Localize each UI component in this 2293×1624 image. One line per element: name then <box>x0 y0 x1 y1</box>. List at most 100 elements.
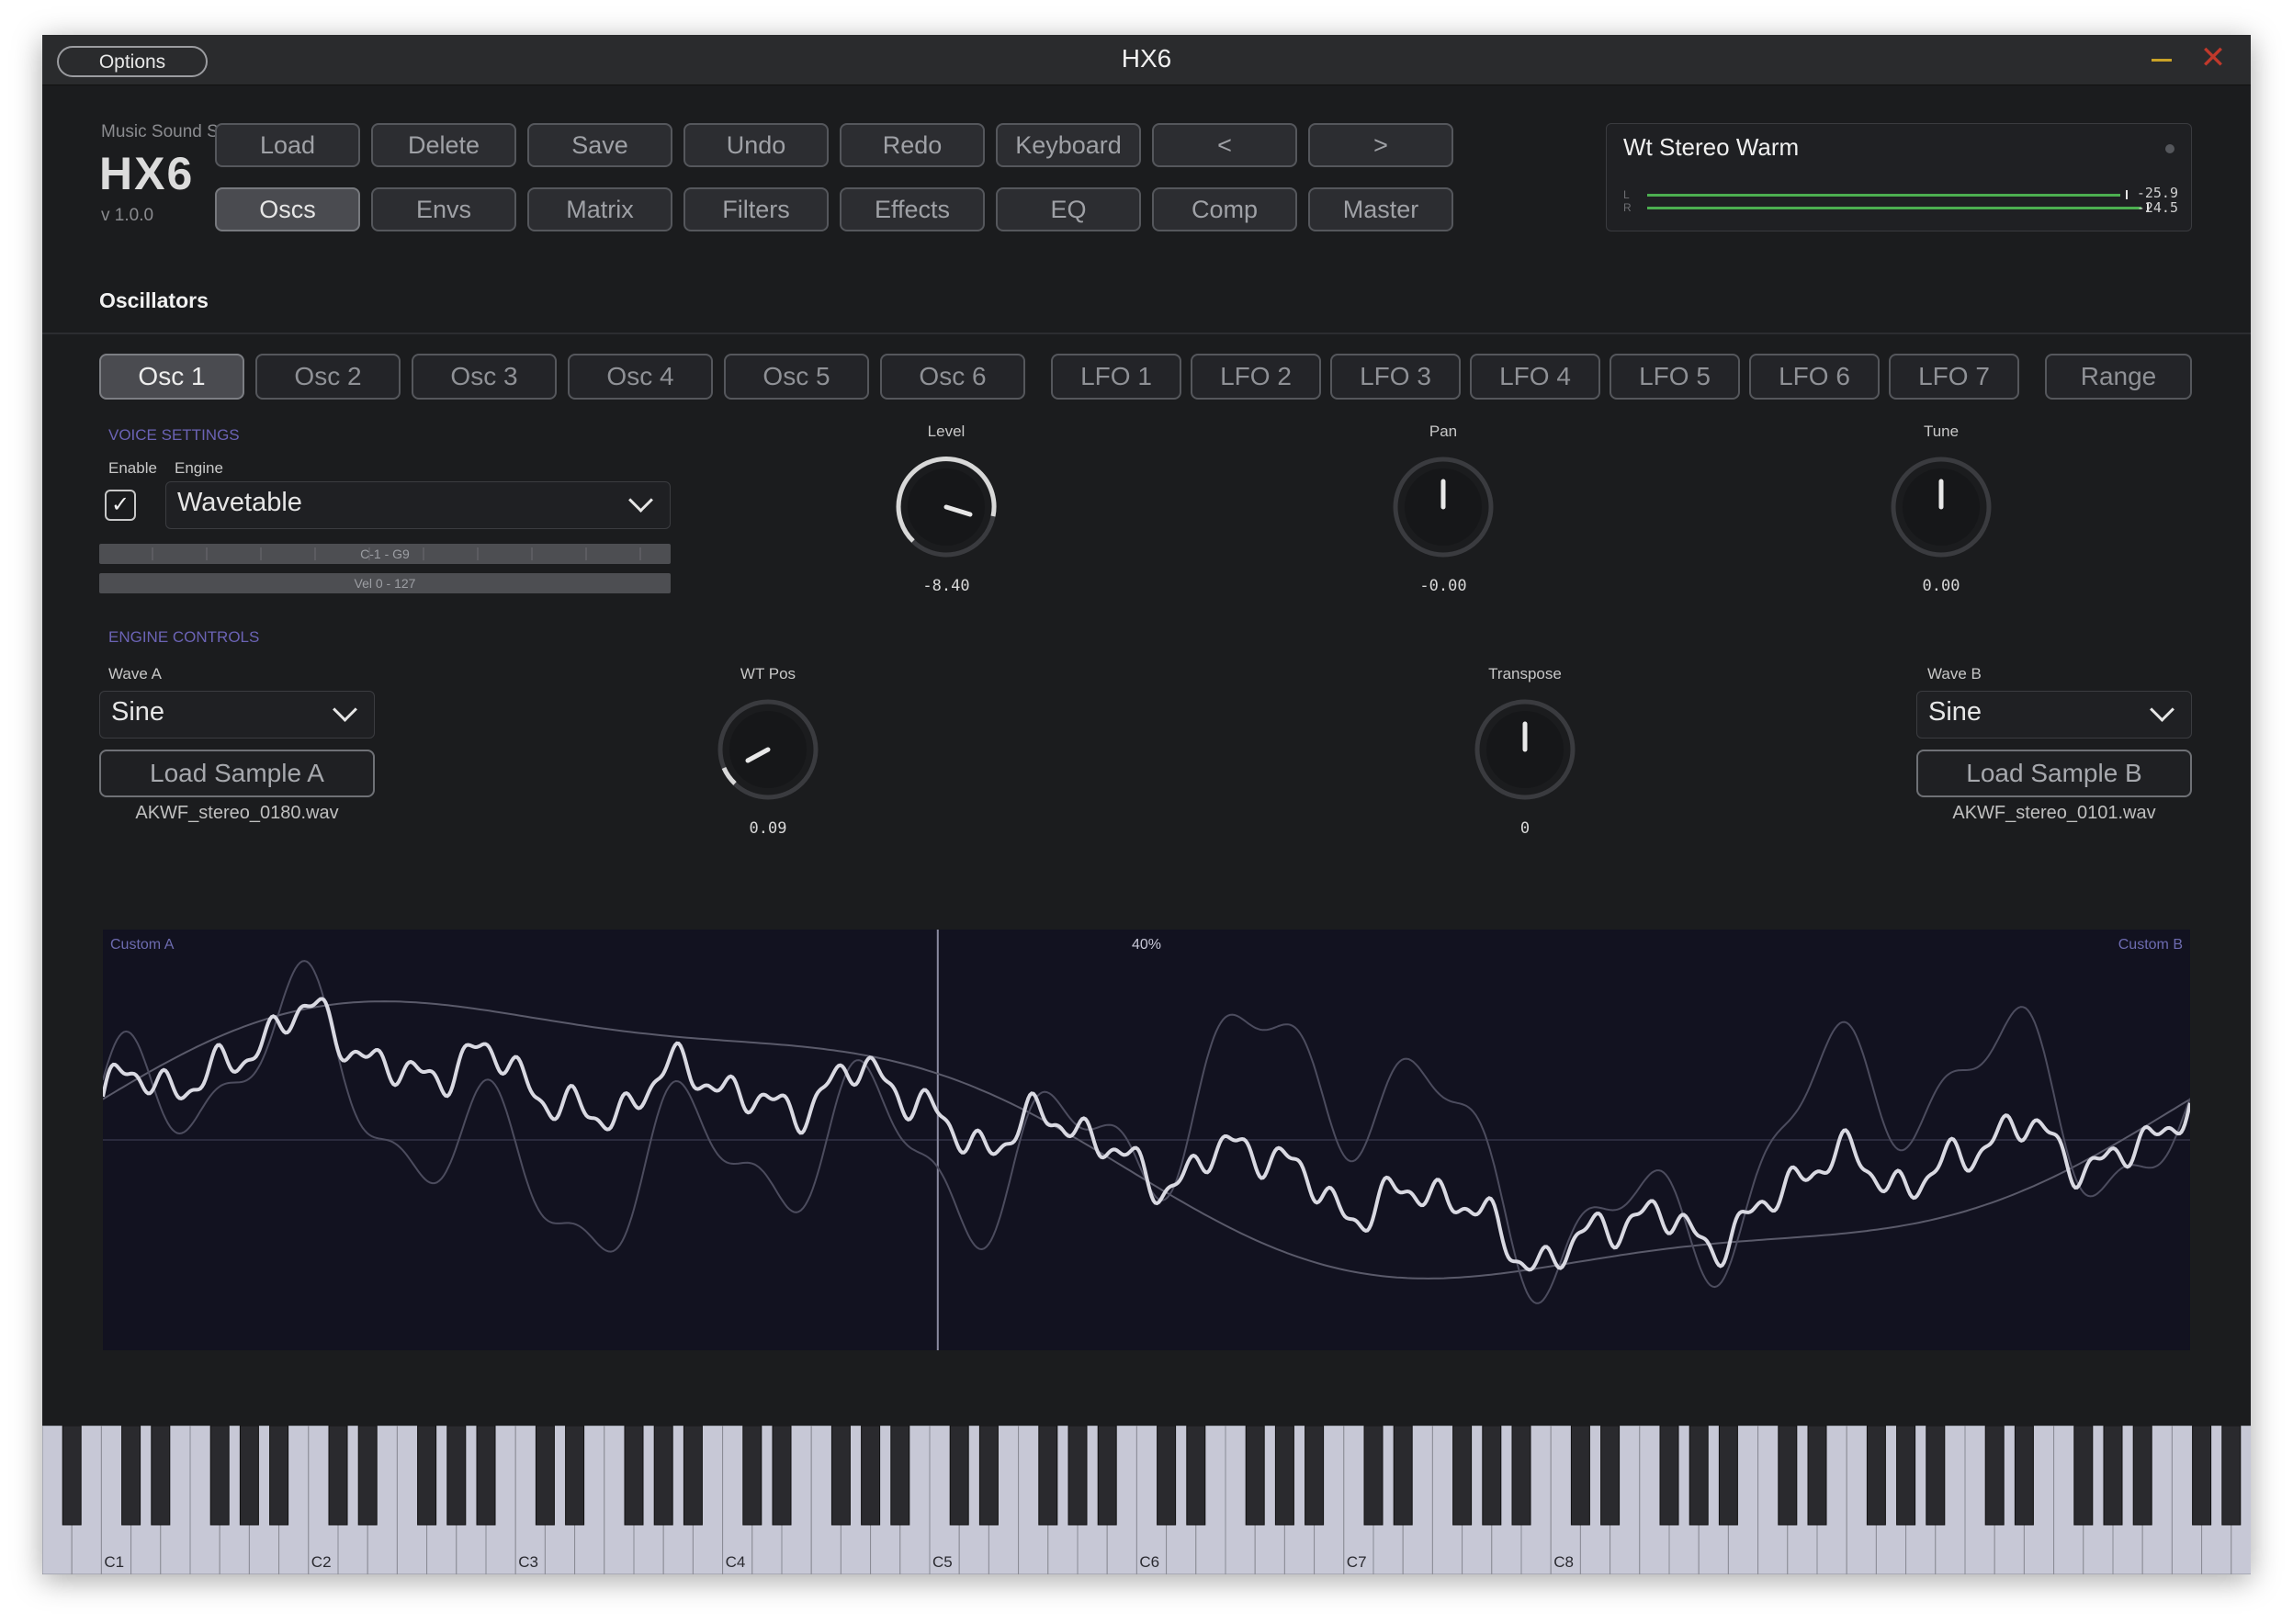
tab-envs[interactable]: Envs <box>371 187 516 231</box>
velocity-range-slider[interactable]: Vel 0 - 127 <box>99 573 671 593</box>
black-key[interactable] <box>1305 1426 1325 1526</box>
tab-filters[interactable]: Filters <box>683 187 829 231</box>
black-key[interactable] <box>417 1426 437 1526</box>
tab-osc-4[interactable]: Osc 4 <box>568 354 713 400</box>
black-key[interactable] <box>1038 1426 1058 1526</box>
black-key[interactable] <box>209 1426 230 1526</box>
black-key[interactable] <box>328 1426 348 1526</box>
load-sample-b-button[interactable]: Load Sample B <box>1916 750 2192 797</box>
black-key[interactable] <box>2103 1426 2123 1526</box>
piano-keys[interactable]: C1 C2 C3 C4 C5 C6 C7 C8 <box>42 1426 2251 1574</box>
load-sample-a-button[interactable]: Load Sample A <box>99 750 375 797</box>
black-key[interactable] <box>1393 1426 1413 1526</box>
wave-b-dropdown[interactable]: Sine <box>1916 691 2192 739</box>
black-key[interactable] <box>830 1426 851 1526</box>
wt-pos-knob[interactable] <box>711 693 825 806</box>
waveform-display[interactable]: Custom A Custom B 40% <box>103 930 2190 1350</box>
piano-keyboard[interactable]: C1 C2 C3 C4 C5 C6 C7 C8 <box>42 1426 2251 1574</box>
tab-osc-3[interactable]: Osc 3 <box>412 354 557 400</box>
black-key[interactable] <box>1482 1426 1502 1526</box>
black-key[interactable] <box>1097 1426 1117 1526</box>
black-key[interactable] <box>1984 1426 2005 1526</box>
enable-checkbox[interactable]: ✓ <box>105 490 136 521</box>
black-key[interactable] <box>1067 1426 1088 1526</box>
black-key[interactable] <box>269 1426 289 1526</box>
tab-master[interactable]: Master <box>1308 187 1453 231</box>
black-key[interactable] <box>1600 1426 1621 1526</box>
pan-knob[interactable] <box>1386 450 1500 564</box>
black-key[interactable] <box>653 1426 673 1526</box>
black-key[interactable] <box>1570 1426 1590 1526</box>
black-key[interactable] <box>1157 1426 1177 1526</box>
black-key[interactable] <box>2221 1426 2242 1526</box>
undo-button[interactable]: Undo <box>683 123 829 167</box>
black-key[interactable] <box>1245 1426 1265 1526</box>
black-key[interactable] <box>151 1426 171 1526</box>
tune-knob[interactable] <box>1884 450 1998 564</box>
black-key[interactable] <box>1186 1426 1206 1526</box>
minimize-icon[interactable] <box>2152 59 2172 62</box>
black-key[interactable] <box>978 1426 999 1526</box>
tab-lfo-4[interactable]: LFO 4 <box>1470 354 1600 400</box>
black-key[interactable] <box>772 1426 792 1526</box>
black-key[interactable] <box>239 1426 259 1526</box>
load-button[interactable]: Load <box>215 123 360 167</box>
black-key[interactable] <box>1807 1426 1827 1526</box>
black-key[interactable] <box>2073 1426 2094 1526</box>
black-key[interactable] <box>2192 1426 2212 1526</box>
close-icon[interactable]: ✕ <box>2199 42 2227 73</box>
tab-lfo-7[interactable]: LFO 7 <box>1889 354 2019 400</box>
tab-matrix[interactable]: Matrix <box>527 187 672 231</box>
black-key[interactable] <box>624 1426 644 1526</box>
tab-oscs[interactable]: Oscs <box>215 187 360 231</box>
tab-osc-6[interactable]: Osc 6 <box>880 354 1025 400</box>
black-key[interactable] <box>535 1426 555 1526</box>
black-key[interactable] <box>1274 1426 1294 1526</box>
tab-osc-5[interactable]: Osc 5 <box>724 354 869 400</box>
tab-range[interactable]: Range <box>2045 354 2192 400</box>
black-key[interactable] <box>446 1426 467 1526</box>
black-key[interactable] <box>1363 1426 1384 1526</box>
tab-effects[interactable]: Effects <box>840 187 985 231</box>
level-knob[interactable] <box>889 450 1003 564</box>
transpose-knob[interactable] <box>1468 693 1582 806</box>
black-key[interactable] <box>742 1426 762 1526</box>
tab-eq[interactable]: EQ <box>996 187 1141 231</box>
black-key[interactable] <box>1452 1426 1473 1526</box>
preset-display[interactable]: Wt Stereo Warm L R -25.9 -24.5 <box>1606 123 2192 231</box>
prev-preset-button[interactable]: < <box>1152 123 1297 167</box>
black-key[interactable] <box>1659 1426 1679 1526</box>
black-key[interactable] <box>1926 1426 1946 1526</box>
black-key[interactable] <box>683 1426 703 1526</box>
engine-dropdown[interactable]: Wavetable <box>165 481 671 529</box>
tab-osc-1[interactable]: Osc 1 <box>99 354 244 400</box>
key-range-slider[interactable]: C-1 - G9 <box>99 544 671 564</box>
black-key[interactable] <box>62 1426 82 1526</box>
tab-comp[interactable]: Comp <box>1152 187 1297 231</box>
keyboard-button[interactable]: Keyboard <box>996 123 1141 167</box>
tab-lfo-1[interactable]: LFO 1 <box>1051 354 1181 400</box>
black-key[interactable] <box>949 1426 969 1526</box>
tab-osc-2[interactable]: Osc 2 <box>255 354 401 400</box>
black-key[interactable] <box>1689 1426 1709 1526</box>
tab-lfo-6[interactable]: LFO 6 <box>1749 354 1880 400</box>
black-key[interactable] <box>861 1426 881 1526</box>
black-key[interactable] <box>2014 1426 2034 1526</box>
black-key[interactable] <box>476 1426 496 1526</box>
black-key[interactable] <box>1511 1426 1531 1526</box>
black-key[interactable] <box>2132 1426 2152 1526</box>
black-key[interactable] <box>565 1426 585 1526</box>
black-key[interactable] <box>1778 1426 1798 1526</box>
save-button[interactable]: Save <box>527 123 672 167</box>
black-key[interactable] <box>1866 1426 1886 1526</box>
redo-button[interactable]: Redo <box>840 123 985 167</box>
black-key[interactable] <box>357 1426 378 1526</box>
black-key[interactable] <box>1896 1426 1916 1526</box>
black-key[interactable] <box>1718 1426 1738 1526</box>
next-preset-button[interactable]: > <box>1308 123 1453 167</box>
delete-button[interactable]: Delete <box>371 123 516 167</box>
wave-a-dropdown[interactable]: Sine <box>99 691 375 739</box>
black-key[interactable] <box>121 1426 141 1526</box>
black-key[interactable] <box>890 1426 910 1526</box>
tab-lfo-5[interactable]: LFO 5 <box>1610 354 1740 400</box>
